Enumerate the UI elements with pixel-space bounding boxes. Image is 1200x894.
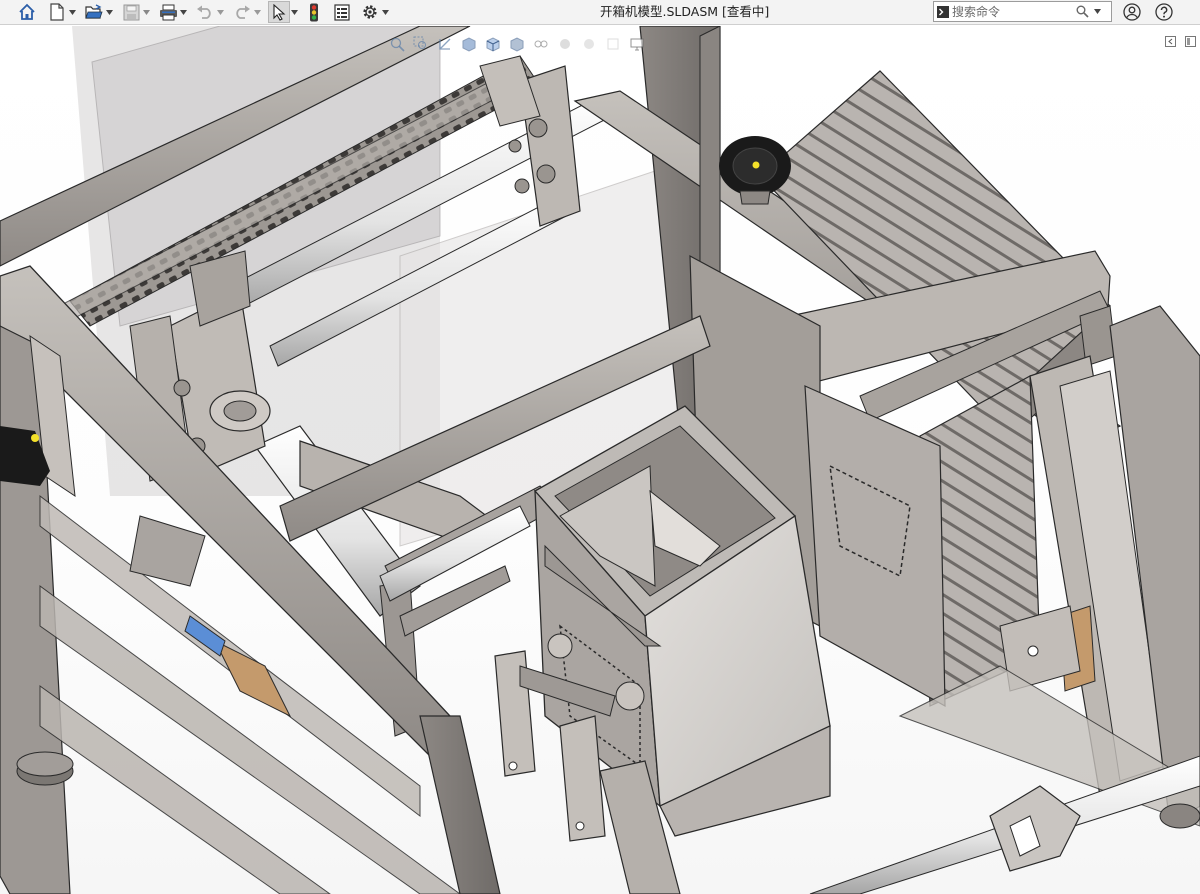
assembly-model[interactable] [0,26,1200,894]
undo-icon [197,5,211,19]
save-button[interactable] [120,1,142,23]
zoom-to-fit-icon[interactable] [386,33,408,55]
file-properties-button[interactable] [331,1,353,23]
expand-task-pane-button[interactable] [1182,34,1198,48]
print-button[interactable] [157,1,179,23]
section-view-icon[interactable] [458,33,480,55]
save-dropdown[interactable] [142,1,151,23]
search-dropdown[interactable] [1091,2,1103,21]
select-pointer-icon [273,3,286,21]
save-icon [123,4,139,20]
open-dropdown[interactable] [105,1,114,23]
main-toolbar: 开箱机模型.SLDASM [查看中] [0,0,1200,25]
redo-dropdown[interactable] [253,1,262,23]
undo-button[interactable] [194,1,216,23]
display-style-icon[interactable] [506,33,528,55]
heads-up-view-toolbar [386,32,650,56]
home-button[interactable] [16,1,38,23]
search-icon[interactable] [1073,2,1091,21]
previous-view-icon[interactable] [434,33,456,55]
redo-button[interactable] [231,1,253,23]
edit-appearance-icon[interactable] [554,33,576,55]
rebuild-traffic-light-icon [310,3,318,21]
zoom-to-area-icon[interactable] [410,33,432,55]
command-prompt-icon [934,2,952,21]
user-account-button[interactable] [1121,1,1143,23]
hide-show-items-icon[interactable] [530,33,552,55]
panel-expand-icon [1184,35,1196,47]
help-icon [1155,3,1173,21]
open-button[interactable] [83,1,105,23]
panel-collapse-icon [1164,35,1176,47]
command-search[interactable] [933,1,1112,22]
graphics-area[interactable] [0,26,1200,894]
new-document-icon [50,3,64,21]
options-dropdown[interactable] [381,1,390,23]
search-input[interactable] [952,2,1070,21]
print-dropdown[interactable] [179,1,188,23]
select-button[interactable] [268,1,290,23]
view-settings-icon[interactable] [602,33,624,55]
view-orientation-icon[interactable] [482,33,504,55]
open-folder-icon [85,4,103,19]
select-dropdown[interactable] [290,1,299,23]
options-gear-icon [363,5,377,19]
undo-dropdown[interactable] [216,1,225,23]
monitor-icon[interactable] [626,33,648,55]
rebuild-button[interactable] [303,1,325,23]
file-properties-icon [334,3,350,21]
apply-scene-icon[interactable] [578,33,600,55]
collapse-left-pane-button[interactable] [1162,34,1178,48]
user-account-icon [1123,3,1141,21]
new-document-button[interactable] [46,1,68,23]
redo-icon [236,5,250,19]
new-document-dropdown[interactable] [68,1,77,23]
print-icon [159,4,177,20]
options-button[interactable] [359,1,381,23]
window-title: 开箱机模型.SLDASM [查看中] [600,4,770,19]
home-icon [19,3,35,20]
help-button[interactable] [1153,1,1175,23]
